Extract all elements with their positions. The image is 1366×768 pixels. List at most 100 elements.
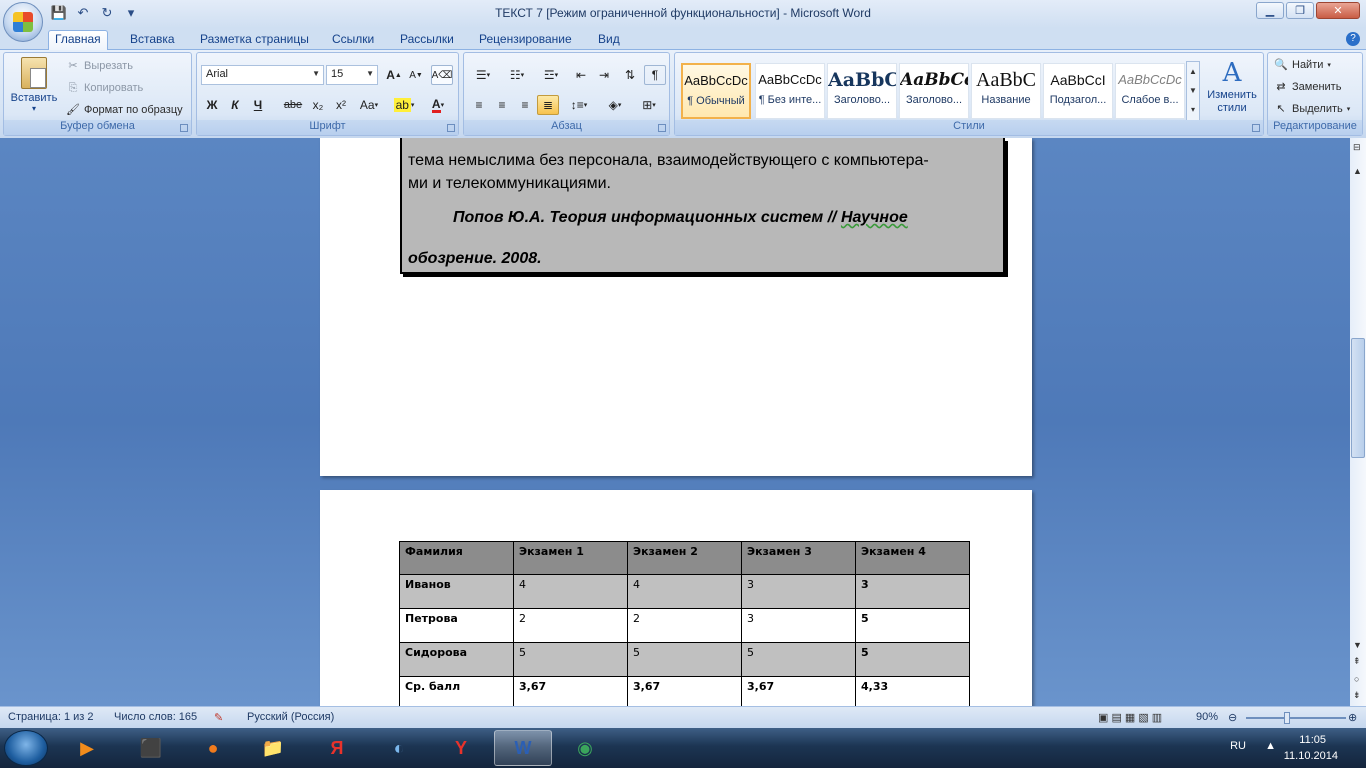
style-name: ¶ Обычный <box>687 95 745 107</box>
align-center-button[interactable]: ≡ <box>491 95 513 115</box>
close-button[interactable]: ✕ <box>1316 2 1360 19</box>
change-styles-button[interactable]: A Изменить стили <box>1203 57 1261 115</box>
format-painter-button[interactable]: 🖌 Формат по образцу <box>66 103 183 117</box>
firefox-icon[interactable]: ● <box>184 730 242 766</box>
zoom-level[interactable]: 90% <box>1196 711 1218 723</box>
tab-view[interactable]: Вид <box>592 31 626 47</box>
tray-arrow-icon[interactable]: ▲ <box>1265 740 1276 752</box>
explorer-icon[interactable]: 📁 <box>244 730 302 766</box>
minimize-button[interactable]: ▁ <box>1256 2 1284 19</box>
clock-date[interactable]: 11.10.2014 <box>1284 750 1338 762</box>
language[interactable]: Русский (Россия) <box>247 711 334 723</box>
page-count[interactable]: Страница: 1 из 2 <box>8 711 94 723</box>
chrome-icon[interactable]: ◉ <box>556 730 614 766</box>
page-1[interactable]: тема немыслима без персонала, взаимодейс… <box>320 138 1032 476</box>
replace-button[interactable]: ⇄ Заменить <box>1274 80 1341 94</box>
vertical-scrollbar[interactable]: ⊟ ▲ ▼ ⇞ ○ ⇟ <box>1350 138 1366 706</box>
style-title[interactable]: AaBbC Название <box>971 63 1041 119</box>
font-launcher-icon[interactable] <box>447 124 455 132</box>
zoom-out-icon[interactable]: ⊖ <box>1228 711 1237 724</box>
increase-indent-button[interactable]: ⇥ <box>593 65 615 85</box>
help-icon[interactable]: ? <box>1346 32 1360 46</box>
select-button[interactable]: ↖ Выделить ▾ <box>1274 102 1350 116</box>
bullets-button[interactable]: ☰ ▾ <box>468 65 498 85</box>
align-left-button[interactable]: ≡ <box>468 95 490 115</box>
clear-formatting-button[interactable]: A⌫ <box>431 65 453 85</box>
word-count[interactable]: Число слов: 165 <box>114 711 197 723</box>
restore-button[interactable]: ❐ <box>1286 2 1314 19</box>
browse-object-icon[interactable]: ○ <box>1354 674 1359 684</box>
zoom-slider-thumb[interactable] <box>1284 712 1290 724</box>
input-language[interactable]: RU <box>1230 740 1246 752</box>
style-subtitle[interactable]: AaBbCcI Подзагол... <box>1043 63 1113 119</box>
style-no-spacing[interactable]: AaBbCcDc ¶ Без инте... <box>755 63 825 119</box>
start-button[interactable] <box>4 730 48 766</box>
style-heading-1[interactable]: AaBbC Заголово... <box>827 63 897 119</box>
word-taskbar-icon[interactable]: W <box>494 730 552 766</box>
highlight-button[interactable]: ab ▾ <box>389 95 419 115</box>
decrease-indent-button[interactable]: ⇤ <box>570 65 592 85</box>
strikethrough-button[interactable]: abe <box>282 95 304 115</box>
styles-scroll[interactable]: ▲ ▼ ▾ <box>1186 61 1200 121</box>
copy-button[interactable]: ⎘ Копировать <box>66 81 144 95</box>
superscript-button[interactable]: x² <box>330 95 352 115</box>
paragraph-launcher-icon[interactable] <box>658 124 666 132</box>
clock-time[interactable]: 11:05 <box>1299 734 1326 746</box>
line-spacing-button[interactable]: ↕≡ ▾ <box>564 95 594 115</box>
italic-button[interactable]: К <box>224 95 246 115</box>
styles-launcher-icon[interactable] <box>1252 124 1260 132</box>
show-marks-button[interactable]: ¶ <box>644 65 666 85</box>
page-2[interactable]: Фамилия Экзамен 1 Экзамен 2 Экзамен 3 Эк… <box>320 490 1032 706</box>
multilevel-list-button[interactable]: ☲ ▾ <box>536 65 566 85</box>
style-sample: AaBbC <box>976 69 1036 91</box>
tab-home[interactable]: Главная <box>48 30 108 51</box>
find-button[interactable]: 🔍 Найти ▾ <box>1274 58 1331 72</box>
paint-bucket-icon: ◈ <box>608 98 618 112</box>
change-case-button[interactable]: Aa ▾ <box>355 95 383 115</box>
scrollbar-thumb[interactable] <box>1351 338 1365 458</box>
grow-font-button[interactable]: A ▲ <box>383 65 405 85</box>
style-normal[interactable]: AaBbCcDc ¶ Обычный <box>681 63 751 119</box>
numbering-button[interactable]: ☷ ▾ <box>502 65 532 85</box>
justify-button[interactable]: ≣ <box>537 95 559 115</box>
style-subtle-emphasis[interactable]: AaBbCcDc Слабое в... <box>1115 63 1185 119</box>
document-workspace[interactable]: тема немыслима без персонала, взаимодейс… <box>0 138 1350 706</box>
zoom-slider[interactable] <box>1246 712 1346 724</box>
tab-review[interactable]: Рецензирование <box>473 31 578 47</box>
scroll-up-icon[interactable]: ▲ <box>1353 166 1362 176</box>
sort-button[interactable]: ⇅ <box>619 65 641 85</box>
tab-mailings[interactable]: Рассылки <box>394 31 460 47</box>
view-buttons[interactable]: ▣ ▤ ▦ ▧ ▥ <box>1098 711 1162 724</box>
scroll-down-icon[interactable]: ▼ <box>1353 640 1362 650</box>
photo-app-icon[interactable]: ⬛ <box>122 730 180 766</box>
media-player-icon[interactable]: ▶ <box>58 730 116 766</box>
table-header-cell: Экзамен 3 <box>741 541 856 575</box>
yandex-browser-icon[interactable]: Я <box>308 730 366 766</box>
office-button[interactable] <box>3 2 43 42</box>
tab-page-layout[interactable]: Разметка страницы <box>194 31 315 47</box>
tab-references[interactable]: Ссылки <box>326 31 380 47</box>
font-size-combo[interactable]: 15 ▼ <box>326 65 378 85</box>
cut-button[interactable]: ✂ Вырезать <box>66 59 133 73</box>
subscript-button[interactable]: x₂ <box>307 95 329 115</box>
underline-button[interactable]: Ч <box>247 95 269 115</box>
borders-button[interactable]: ⊞ ▾ <box>634 95 664 115</box>
zoom-in-icon[interactable]: ⊕ <box>1348 711 1357 724</box>
font-name-combo[interactable]: Arial ▼ <box>201 65 324 85</box>
clipboard-launcher-icon[interactable] <box>180 124 188 132</box>
ruler-toggle-icon[interactable]: ⊟ <box>1353 142 1361 153</box>
yandex-icon[interactable]: Y <box>432 730 490 766</box>
shrink-font-button[interactable]: A ▼ <box>405 65 427 85</box>
volume-app-icon[interactable]: ◐ <box>370 730 428 766</box>
tab-insert[interactable]: Вставка <box>124 31 181 47</box>
next-page-icon[interactable]: ⇟ <box>1353 690 1361 701</box>
style-heading-2[interactable]: AaBbCc Заголово... <box>899 63 969 119</box>
previous-page-icon[interactable]: ⇞ <box>1353 656 1361 667</box>
shading-button[interactable]: ◈ ▾ <box>600 95 630 115</box>
align-right-button[interactable]: ≡ <box>514 95 536 115</box>
table-row: Ср. балл 3,67 3,67 3,67 4,33 <box>399 676 970 706</box>
font-color-button[interactable]: A ▾ <box>423 95 453 115</box>
proofing-icon[interactable]: ✎ <box>214 711 223 724</box>
paste-button[interactable]: Вставить ▾ <box>10 57 58 113</box>
bold-button[interactable]: Ж <box>201 95 223 115</box>
